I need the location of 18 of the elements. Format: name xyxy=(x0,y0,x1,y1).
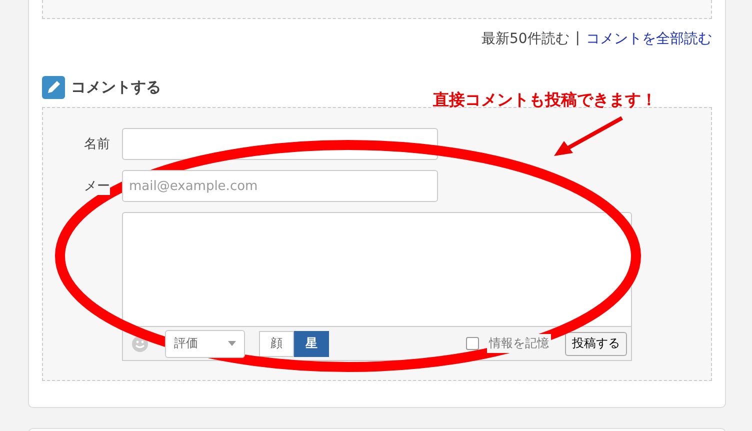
submit-button[interactable]: 投稿する xyxy=(565,332,627,356)
separator: | xyxy=(575,30,580,48)
input-field[interactable]: mail@example.com xyxy=(122,170,438,202)
annotation-arrow xyxy=(552,115,624,159)
rating-select[interactable]: 評価 xyxy=(165,330,245,358)
comment-textarea[interactable] xyxy=(122,212,632,327)
recent-comments-link[interactable]: 最新50件読む xyxy=(481,30,570,48)
smiley-icon[interactable] xyxy=(131,334,149,352)
remember-label: 情報を記憶 xyxy=(487,334,551,353)
rating-tab[interactable]: 顔 xyxy=(259,330,294,356)
rating-tab[interactable]: 星 xyxy=(294,330,329,356)
remember-checkbox[interactable] xyxy=(466,337,479,350)
annotation-text: 直接コメントも投稿できます！ xyxy=(433,90,657,111)
caret-icon xyxy=(228,341,236,346)
form-heading: コメントする xyxy=(71,78,161,97)
field-label: 名前 xyxy=(83,136,110,153)
pencil-icon xyxy=(42,76,65,99)
all-comments-link[interactable]: コメントを全部読む xyxy=(586,30,712,48)
